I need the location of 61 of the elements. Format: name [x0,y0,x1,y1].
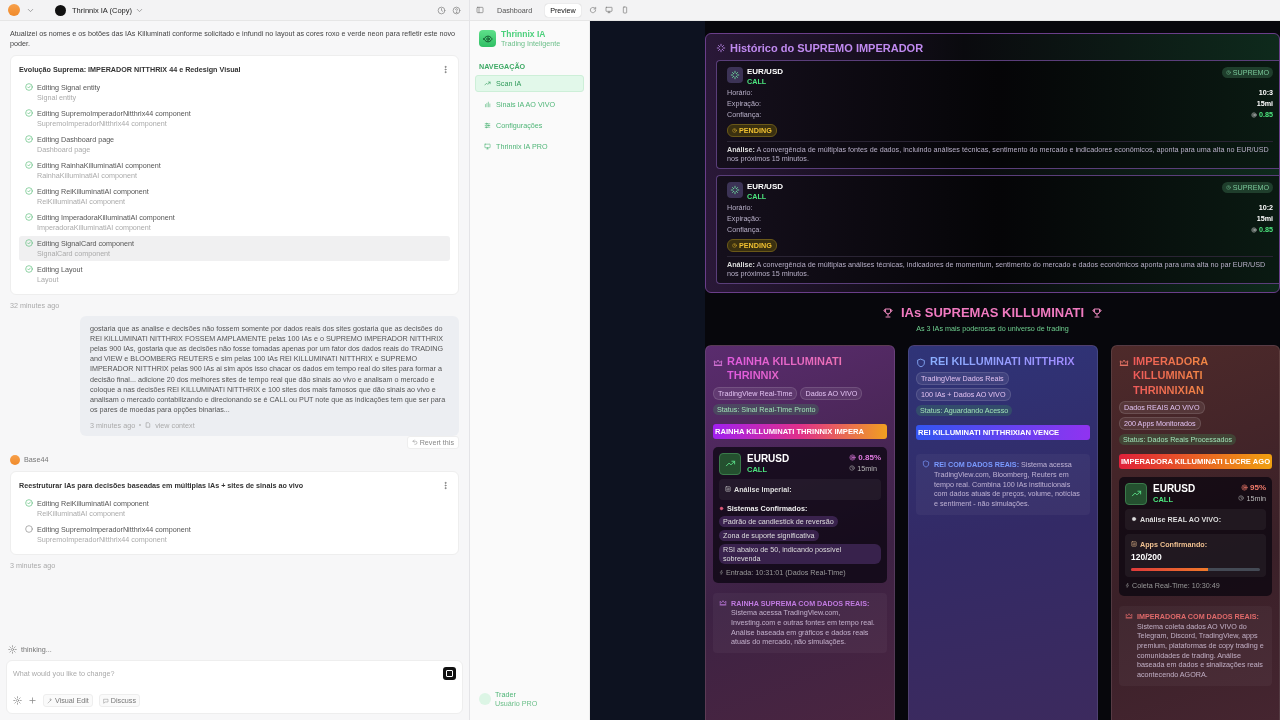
monitor-icon [484,143,491,150]
crown-icon [719,598,727,607]
clock-icon [1238,495,1245,502]
bolt-icon [719,569,724,575]
clock-icon [849,465,856,472]
refresh-icon[interactable] [588,6,597,14]
app-name: Thrinnix IA [501,29,547,39]
target-icon [1251,111,1258,118]
dot-icon [719,505,724,511]
sparkle-icon [716,43,726,53]
help-icon[interactable] [452,5,461,15]
apps-count: 120/200 [1131,551,1163,562]
chat-icon [102,697,109,704]
crown-icon [713,358,723,368]
shield-icon [916,358,926,368]
currency-pair: EUR/USD [747,67,783,76]
undo-icon [411,439,418,446]
document-icon [145,422,152,429]
signal-icon [484,101,491,108]
clock-icon [732,243,737,248]
user-avatar [479,693,491,705]
target-icon [1251,226,1258,233]
wand-icon [47,697,53,704]
user-avatar[interactable] [8,4,20,16]
spinner-icon [8,645,17,654]
currency-pair: EURUSD [1153,482,1196,494]
chart-icon [725,486,731,493]
sliders-icon [484,122,491,129]
trophy-icon [881,306,894,319]
crown-icon [1125,611,1133,620]
bolt-icon [1125,582,1130,588]
currency-pair: EURUSD [747,452,790,464]
section-heading: IAs SUPREMAS KILLUMINATI [900,305,1085,320]
clock-icon [1225,185,1231,190]
settings-icon [13,696,22,705]
currency-pair: EUR/USD [747,182,783,191]
more-icon[interactable] [441,65,450,75]
chart-icon [1131,541,1137,548]
stop-button[interactable] [443,667,456,680]
confidence-value: 0.85% [858,452,881,462]
shield-icon [922,460,930,469]
desktop-icon[interactable] [604,6,613,14]
section-title: Histórico do SUPREMO IMPERADOR [730,42,924,54]
target-icon [849,453,857,461]
plus-icon [28,696,37,705]
trophy-icon [1091,306,1104,319]
clock-icon [732,128,737,133]
crown-icon [1119,358,1129,368]
target-icon [1241,483,1249,491]
sidebar-toggle-icon[interactable] [476,6,484,14]
clock-icon [1225,70,1231,75]
dot-icon [1131,516,1137,523]
confidence-value: 95% [1250,482,1267,492]
mobile-icon[interactable] [620,6,629,14]
settings-button[interactable] [13,696,22,705]
project-logo [55,4,66,16]
trend-icon [484,80,491,87]
history-icon[interactable] [437,5,446,15]
more-icon[interactable] [441,480,450,490]
agent-avatar [10,454,20,465]
add-button[interactable] [28,696,37,705]
